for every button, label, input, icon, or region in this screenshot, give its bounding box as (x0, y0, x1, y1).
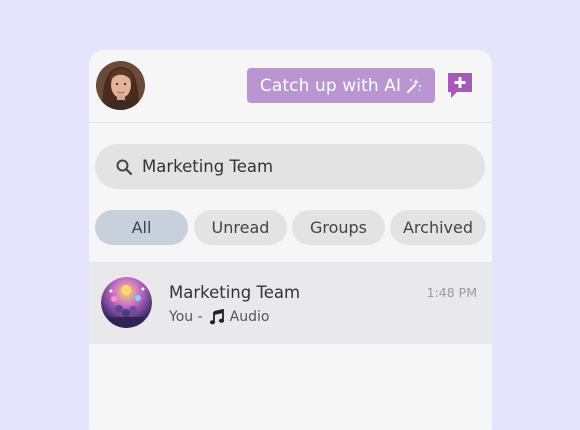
chat-message: Audio (229, 309, 270, 325)
filter-groups[interactable]: Groups (292, 210, 385, 245)
chat-last-message: You - Audio (169, 309, 269, 325)
user-avatar[interactable] (96, 61, 145, 110)
new-chat-icon[interactable] (445, 70, 475, 100)
magic-wand-icon (407, 78, 422, 93)
catch-up-ai-button[interactable]: Catch up with AI (247, 68, 435, 103)
group-avatar (101, 277, 152, 328)
chat-header: Catch up with AI (89, 50, 492, 123)
chat-timestamp: 1:48 PM (426, 285, 477, 300)
search-icon (116, 159, 133, 175)
search-input[interactable] (142, 157, 462, 176)
chat-panel: Catch up with AI All Unread Groups Archi… (89, 50, 492, 430)
filter-all[interactable]: All (95, 210, 188, 245)
search-bar[interactable] (95, 144, 485, 189)
chat-name: Marketing Team (169, 283, 301, 302)
catch-up-ai-label: Catch up with AI (259, 75, 402, 96)
chat-list-item[interactable]: Marketing Team 1:48 PM You - Audio (89, 262, 492, 344)
filter-archived[interactable]: Archived (390, 210, 486, 245)
filter-unread[interactable]: Unread (194, 210, 287, 245)
music-note-icon (209, 309, 224, 325)
filter-tabs: All Unread Groups Archived (95, 210, 487, 245)
chat-sender: You - (169, 309, 203, 325)
